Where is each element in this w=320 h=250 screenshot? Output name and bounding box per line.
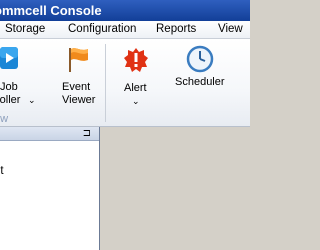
- event-viewer-label-2: Viewer: [62, 94, 96, 106]
- scheduler-button[interactable]: Scheduler: [172, 39, 226, 99]
- flag-icon: [69, 48, 88, 72]
- menu-bar: Storage Configuration Reports View: [0, 21, 250, 39]
- play-icon: [0, 47, 18, 69]
- ribbon-separator: [105, 44, 106, 122]
- window-title: ommcell Console: [0, 3, 102, 18]
- tree-item[interactable]: et: [0, 165, 4, 177]
- chevron-down-icon: ⌄: [28, 95, 36, 105]
- event-viewer-label-1: Event: [62, 81, 91, 93]
- ribbon: Job roller ⌄ Event Viewer Alert ⌄ Schedu…: [0, 39, 250, 127]
- pane-header: ⊐: [0, 127, 99, 141]
- clock-icon: [186, 45, 214, 73]
- event-viewer-button[interactable]: Event Viewer: [55, 39, 105, 109]
- scheduler-label: Scheduler: [175, 76, 225, 88]
- menu-storage[interactable]: Storage: [5, 23, 45, 35]
- job-controller-label-2: roller: [0, 94, 21, 106]
- job-controller-button[interactable]: Job roller ⌄: [0, 39, 42, 109]
- job-controller-label-1: Job: [0, 81, 18, 93]
- alert-button[interactable]: Alert ⌄: [118, 39, 156, 111]
- content-area: [100, 127, 250, 250]
- alert-label: Alert: [124, 82, 147, 94]
- menu-view[interactable]: View: [218, 23, 243, 35]
- chevron-down-icon: ⌄: [132, 96, 140, 106]
- menu-reports[interactable]: Reports: [156, 23, 196, 35]
- window-titlebar: ommcell Console: [0, 0, 250, 21]
- menu-configuration[interactable]: Configuration: [68, 23, 136, 35]
- pin-icon[interactable]: ⊐: [83, 128, 91, 139]
- ribbon-group-label: ew: [0, 113, 9, 125]
- navigation-pane[interactable]: ⊐ et: [0, 127, 100, 250]
- alert-icon: [124, 48, 148, 72]
